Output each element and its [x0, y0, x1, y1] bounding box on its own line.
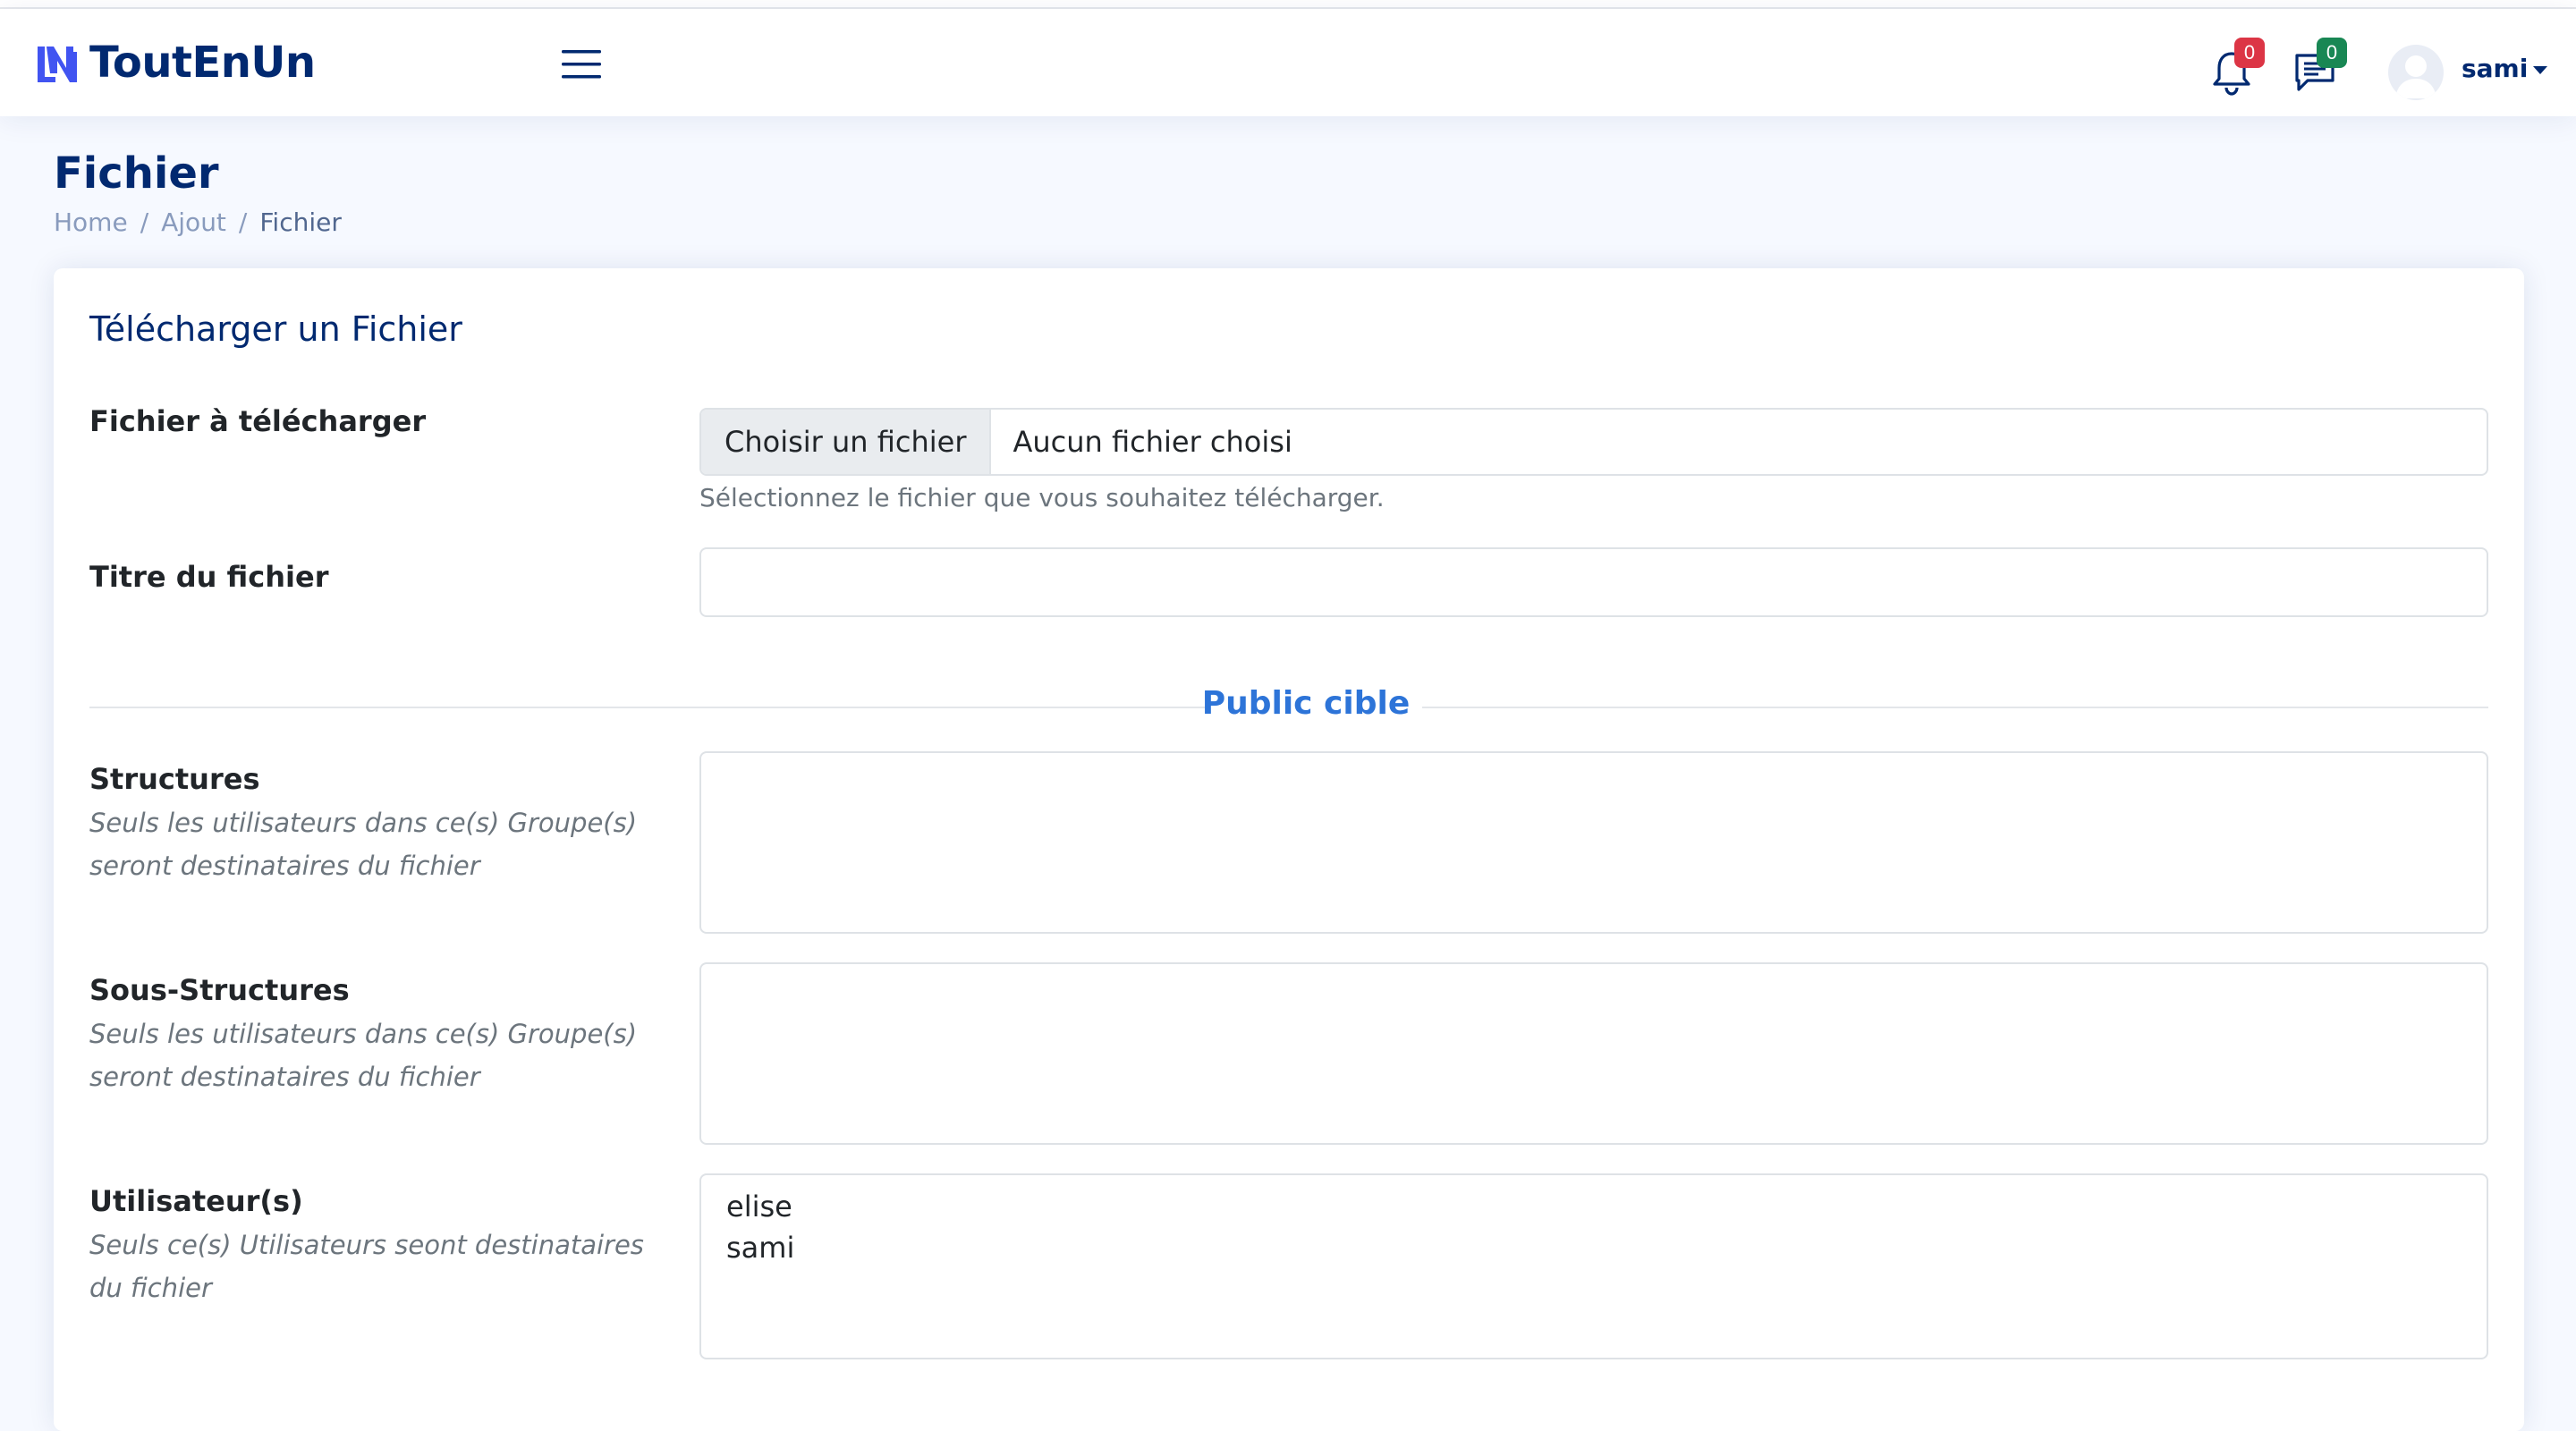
sous-structures-help: Seuls les utilisateurs dans ce(s) Groupe… [89, 1019, 638, 1092]
upload-card: Télécharger un Fichier Fichier à télécha… [54, 268, 2524, 1431]
messages-badge: 0 [2317, 38, 2347, 68]
header: ToutEnUn 0 0 sami [0, 9, 2576, 116]
utilisateurs-select[interactable]: elise sami [699, 1173, 2488, 1359]
messages-button[interactable]: 0 [2292, 38, 2347, 93]
logo[interactable]: ToutEnUn [34, 36, 316, 89]
avatar-icon[interactable] [2388, 45, 2444, 100]
utilisateurs-help: Seuls ce(s) Utilisateurs seont destinata… [89, 1230, 644, 1303]
breadcrumb-separator: / [238, 207, 248, 237]
choose-file-button[interactable]: Choisir un fichier [701, 410, 992, 474]
sous-structures-label: Sous-Structures [89, 973, 350, 1007]
divider-line-left [89, 707, 1208, 708]
divider-line-right [1422, 707, 2488, 708]
file-status: Aucun fichier choisi [1013, 425, 1292, 459]
hamburger-icon[interactable] [560, 47, 603, 82]
breadcrumb-home[interactable]: Home [54, 207, 128, 237]
app-name: ToutEnUn [89, 38, 316, 88]
breadcrumb-ajout[interactable]: Ajout [161, 207, 226, 237]
sous-structures-select[interactable] [699, 962, 2488, 1145]
notifications-button[interactable]: 0 [2209, 38, 2265, 96]
divider-label: Public cible [1201, 685, 1411, 722]
breadcrumb-current: Fichier [259, 207, 342, 237]
structures-select[interactable] [699, 751, 2488, 934]
notifications-badge: 0 [2234, 38, 2265, 68]
page-title: Fichier [54, 148, 219, 199]
file-input[interactable]: Choisir un fichier Aucun fichier choisi [699, 408, 2488, 476]
structures-help: Seuls les utilisateurs dans ce(s) Groupe… [89, 808, 638, 881]
card-title: Télécharger un Fichier [89, 309, 462, 349]
chevron-down-icon[interactable] [2533, 66, 2547, 74]
user-option[interactable]: sami [726, 1227, 2462, 1268]
file-help-text: Sélectionnez le fichier que vous souhait… [699, 483, 1385, 512]
user-option[interactable]: elise [726, 1186, 2462, 1227]
breadcrumb-separator: / [140, 207, 149, 237]
file-field-label: Fichier à télécharger [89, 404, 427, 438]
logo-icon [38, 47, 77, 82]
top-border [0, 0, 2576, 9]
file-title-input[interactable] [699, 547, 2488, 617]
utilisateurs-label: Utilisateur(s) [89, 1184, 303, 1218]
structures-label: Structures [89, 762, 260, 796]
avatar-silhouette-icon [2395, 55, 2436, 98]
user-name[interactable]: sami [2462, 54, 2528, 83]
breadcrumb: Home / Ajout / Fichier [54, 207, 342, 237]
title-field-label: Titre du fichier [89, 560, 329, 594]
